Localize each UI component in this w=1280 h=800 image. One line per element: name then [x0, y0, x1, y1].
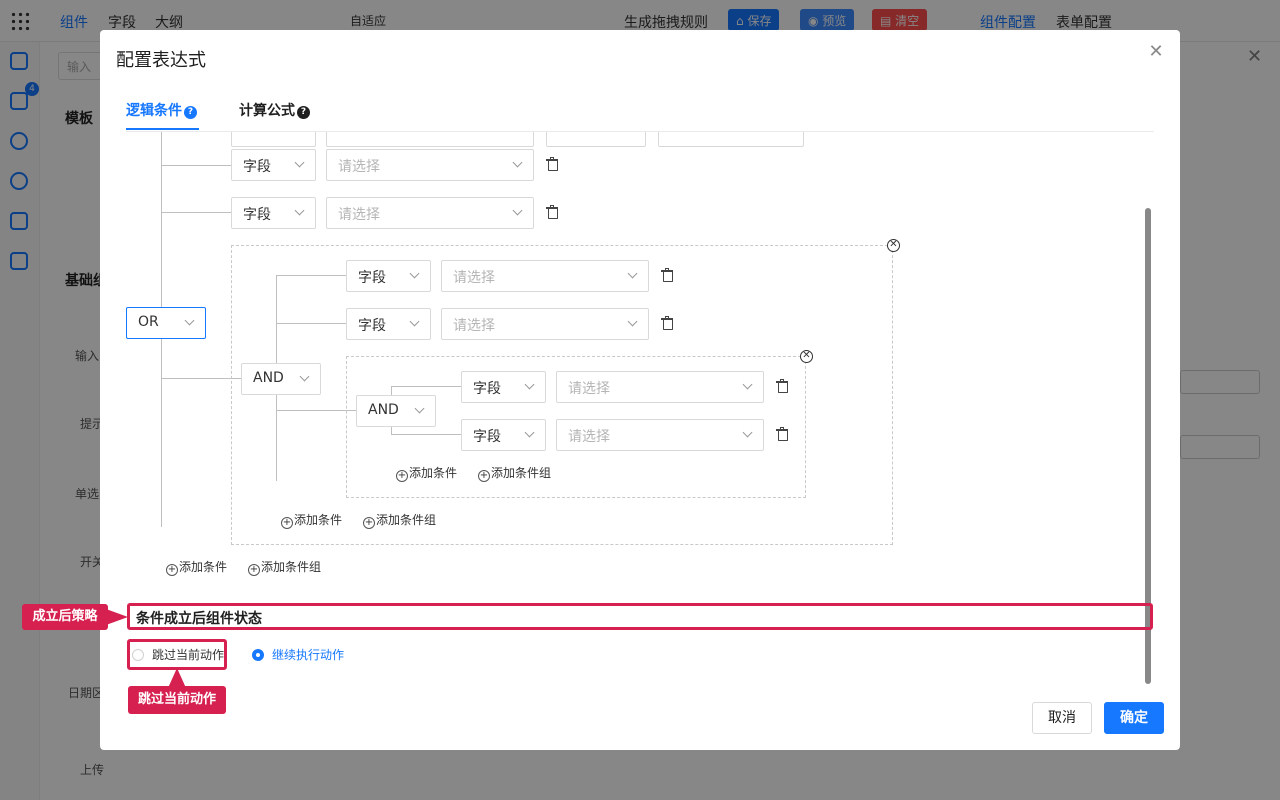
delete-icon[interactable]	[661, 316, 673, 330]
delete-icon[interactable]	[776, 427, 788, 441]
cancel-button[interactable]: 取消	[1032, 702, 1092, 734]
root-logic-select[interactable]: OR	[126, 307, 206, 339]
tree-connector	[161, 165, 231, 166]
chevron-down-icon	[512, 205, 523, 216]
chevron-down-icon	[299, 371, 310, 382]
chevron-down-icon	[512, 157, 523, 168]
tab-logic-condition[interactable]: 逻辑条件?	[126, 100, 197, 120]
annotation-skip-box	[127, 639, 227, 670]
value-select[interactable]	[546, 132, 646, 147]
plus-circle-icon: +	[166, 564, 178, 576]
add-group-button[interactable]: + 添加条件组	[363, 511, 436, 529]
close-icon[interactable]: ✕	[1146, 42, 1166, 62]
value-select[interactable]: 请选择	[441, 260, 649, 292]
chevron-down-icon	[524, 379, 535, 390]
chevron-down-icon	[742, 427, 753, 438]
value-select[interactable]: 请选择	[556, 371, 764, 403]
confirm-button[interactable]: 确定	[1104, 702, 1164, 734]
chevron-down-icon	[294, 205, 305, 216]
active-tab-indicator	[126, 128, 199, 130]
tree-connector	[161, 378, 241, 379]
add-condition-button[interactable]: + 添加条件	[281, 511, 342, 529]
field-select[interactable]	[231, 132, 316, 147]
chevron-down-icon	[414, 403, 425, 414]
annotation-arrow	[168, 668, 186, 688]
plus-circle-icon: +	[363, 517, 375, 529]
remove-group-icon[interactable]: ✕	[887, 239, 900, 252]
add-group-button[interactable]: + 添加条件组	[248, 558, 321, 576]
delete-icon[interactable]	[546, 157, 558, 171]
chevron-down-icon	[184, 315, 195, 326]
chevron-down-icon	[294, 157, 305, 168]
tree-connector	[276, 410, 356, 411]
tree-connector	[391, 386, 461, 387]
value-select[interactable]: 请选择	[326, 197, 534, 229]
chevron-down-icon	[627, 268, 638, 279]
tree-connector	[391, 434, 461, 435]
add-group-button[interactable]: + 添加条件组	[478, 464, 551, 482]
group-logic-select[interactable]: AND	[241, 363, 321, 395]
annotation-strategy-tag: 成立后策略	[22, 604, 108, 630]
tree-connector	[276, 323, 346, 324]
chevron-down-icon	[627, 316, 638, 327]
annotation-skip-tag: 跳过当前动作	[128, 686, 226, 714]
delete-icon[interactable]	[661, 268, 673, 282]
plus-circle-icon: +	[478, 470, 490, 482]
value-select[interactable]: 请选择	[556, 419, 764, 451]
field-select[interactable]: 字段	[461, 419, 546, 451]
help-icon[interactable]: ?	[297, 106, 310, 119]
value-select[interactable]	[326, 132, 534, 147]
outer-close-icon[interactable]: ✕	[1247, 46, 1262, 67]
expression-config-dialog: 配置表达式 ✕ 逻辑条件? 计算公式? OR 字段 请选择 字段 请选择 ✕ A…	[100, 30, 1180, 750]
radio-checked-icon	[252, 649, 264, 661]
annotation-arrow	[106, 609, 128, 625]
field-select[interactable]: 字段	[461, 371, 546, 403]
dialog-title: 配置表达式	[116, 50, 206, 71]
chevron-down-icon	[409, 268, 420, 279]
tree-connector	[161, 212, 231, 213]
field-select[interactable]: 字段	[231, 149, 316, 181]
field-select[interactable]: 字段	[231, 197, 316, 229]
value-select[interactable]: 请选择	[441, 308, 649, 340]
add-condition-button[interactable]: + 添加条件	[396, 464, 457, 482]
delete-icon[interactable]	[546, 205, 558, 219]
help-icon[interactable]: ?	[184, 106, 197, 119]
radio-continue-action[interactable]: 继续执行动作	[252, 646, 344, 663]
value-select[interactable]: 请选择	[326, 149, 534, 181]
plus-circle-icon: +	[248, 564, 260, 576]
field-select[interactable]: 字段	[346, 260, 431, 292]
chevron-down-icon	[409, 316, 420, 327]
field-select[interactable]: 字段	[346, 308, 431, 340]
tree-connector	[276, 275, 346, 276]
value-select[interactable]	[658, 132, 804, 147]
group-logic-select[interactable]: AND	[356, 395, 436, 427]
remove-group-icon[interactable]: ✕	[800, 350, 813, 363]
chevron-down-icon	[524, 427, 535, 438]
plus-circle-icon: +	[281, 517, 293, 529]
plus-circle-icon: +	[396, 470, 408, 482]
add-condition-button[interactable]: + 添加条件	[166, 558, 227, 576]
tab-formula[interactable]: 计算公式?	[239, 100, 310, 120]
annotation-strategy-box	[127, 603, 1153, 630]
chevron-down-icon	[742, 379, 753, 390]
delete-icon[interactable]	[776, 379, 788, 393]
